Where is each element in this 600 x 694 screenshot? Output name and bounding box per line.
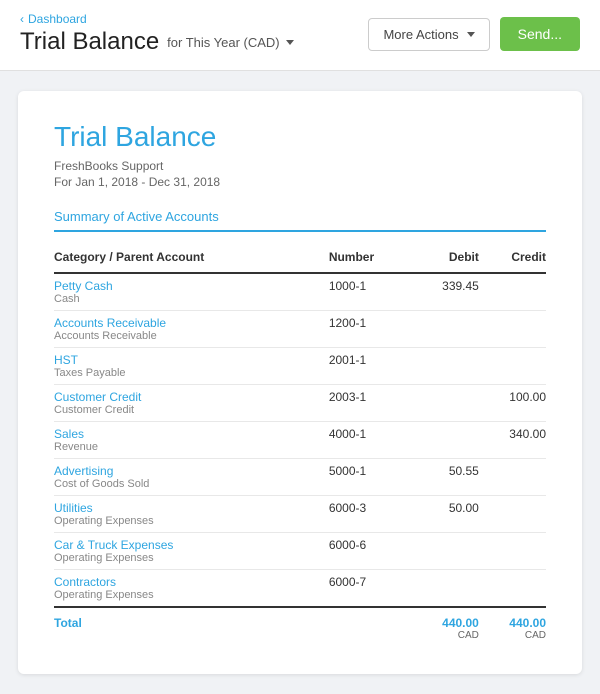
cell-account: Car & Truck Expenses Operating Expenses xyxy=(54,533,329,570)
table-row: Utilities Operating Expenses 6000-3 50.0… xyxy=(54,496,546,533)
col-number: Number xyxy=(329,244,412,273)
report-period: For Jan 1, 2018 - Dec 31, 2018 xyxy=(54,175,546,189)
back-link[interactable]: ‹ Dashboard xyxy=(20,12,294,26)
more-actions-button[interactable]: More Actions xyxy=(368,18,489,51)
table-row: Car & Truck Expenses Operating Expenses … xyxy=(54,533,546,570)
cell-account: Utilities Operating Expenses xyxy=(54,496,329,533)
report-card: Trial Balance FreshBooks Support For Jan… xyxy=(18,91,582,674)
total-empty xyxy=(329,607,412,646)
cell-debit xyxy=(412,533,479,570)
cell-account: Accounts Receivable Accounts Receivable xyxy=(54,311,329,348)
page-title: Trial Balance for This Year (CAD) xyxy=(20,28,294,56)
section-header: Summary of Active Accounts xyxy=(54,209,546,232)
table-row: Accounts Receivable Accounts Receivable … xyxy=(54,311,546,348)
header-left: ‹ Dashboard Trial Balance for This Year … xyxy=(20,12,294,56)
col-credit: Credit xyxy=(479,244,546,273)
cell-debit xyxy=(412,422,479,459)
report-company: FreshBooks Support xyxy=(54,159,546,173)
table-row: Petty Cash Cash 1000-1 339.45 xyxy=(54,273,546,311)
cell-account: Contractors Operating Expenses xyxy=(54,570,329,608)
table-row: Advertising Cost of Goods Sold 5000-1 50… xyxy=(54,459,546,496)
col-debit: Debit xyxy=(412,244,479,273)
total-debit: 440.00CAD xyxy=(412,607,479,646)
cell-number: 2003-1 xyxy=(329,385,412,422)
cell-debit: 50.55 xyxy=(412,459,479,496)
cell-debit: 339.45 xyxy=(412,273,479,311)
main-content: Trial Balance FreshBooks Support For Jan… xyxy=(0,71,600,694)
cell-account: Customer Credit Customer Credit xyxy=(54,385,329,422)
cell-debit xyxy=(412,385,479,422)
total-row: Total 440.00CAD 440.00CAD xyxy=(54,607,546,646)
cell-credit xyxy=(479,348,546,385)
table-header-row: Category / Parent Account Number Debit C… xyxy=(54,244,546,273)
send-button[interactable]: Send... xyxy=(500,17,580,51)
more-actions-chevron-icon xyxy=(467,32,475,37)
cell-credit xyxy=(479,273,546,311)
table-row: Contractors Operating Expenses 6000-7 xyxy=(54,570,546,608)
cell-credit: 340.00 xyxy=(479,422,546,459)
cell-number: 6000-3 xyxy=(329,496,412,533)
page-title-sub[interactable]: for This Year (CAD) xyxy=(167,35,293,50)
cell-credit xyxy=(479,570,546,608)
cell-debit xyxy=(412,348,479,385)
header-right: More Actions Send... xyxy=(368,17,580,51)
cell-credit xyxy=(479,311,546,348)
report-table: Category / Parent Account Number Debit C… xyxy=(54,244,546,646)
table-row: Customer Credit Customer Credit 2003-1 1… xyxy=(54,385,546,422)
report-title: Trial Balance xyxy=(54,121,546,153)
chevron-left-icon: ‹ xyxy=(20,12,24,26)
total-credit: 440.00CAD xyxy=(479,607,546,646)
cell-account: HST Taxes Payable xyxy=(54,348,329,385)
cell-account: Sales Revenue xyxy=(54,422,329,459)
cell-credit: 100.00 xyxy=(479,385,546,422)
cell-account: Advertising Cost of Goods Sold xyxy=(54,459,329,496)
table-row: HST Taxes Payable 2001-1 xyxy=(54,348,546,385)
total-label: Total xyxy=(54,607,329,646)
cell-account: Petty Cash Cash xyxy=(54,273,329,311)
cell-number: 4000-1 xyxy=(329,422,412,459)
cell-debit xyxy=(412,311,479,348)
cell-debit xyxy=(412,570,479,608)
cell-number: 6000-7 xyxy=(329,570,412,608)
cell-credit xyxy=(479,496,546,533)
cell-number: 5000-1 xyxy=(329,459,412,496)
cell-number: 6000-6 xyxy=(329,533,412,570)
cell-number: 1000-1 xyxy=(329,273,412,311)
table-row: Sales Revenue 4000-1 340.00 xyxy=(54,422,546,459)
cell-credit xyxy=(479,533,546,570)
page-header: ‹ Dashboard Trial Balance for This Year … xyxy=(0,0,600,71)
cell-debit: 50.00 xyxy=(412,496,479,533)
col-category: Category / Parent Account xyxy=(54,244,329,273)
cell-number: 1200-1 xyxy=(329,311,412,348)
period-dropdown-icon xyxy=(286,40,294,45)
cell-number: 2001-1 xyxy=(329,348,412,385)
cell-credit xyxy=(479,459,546,496)
